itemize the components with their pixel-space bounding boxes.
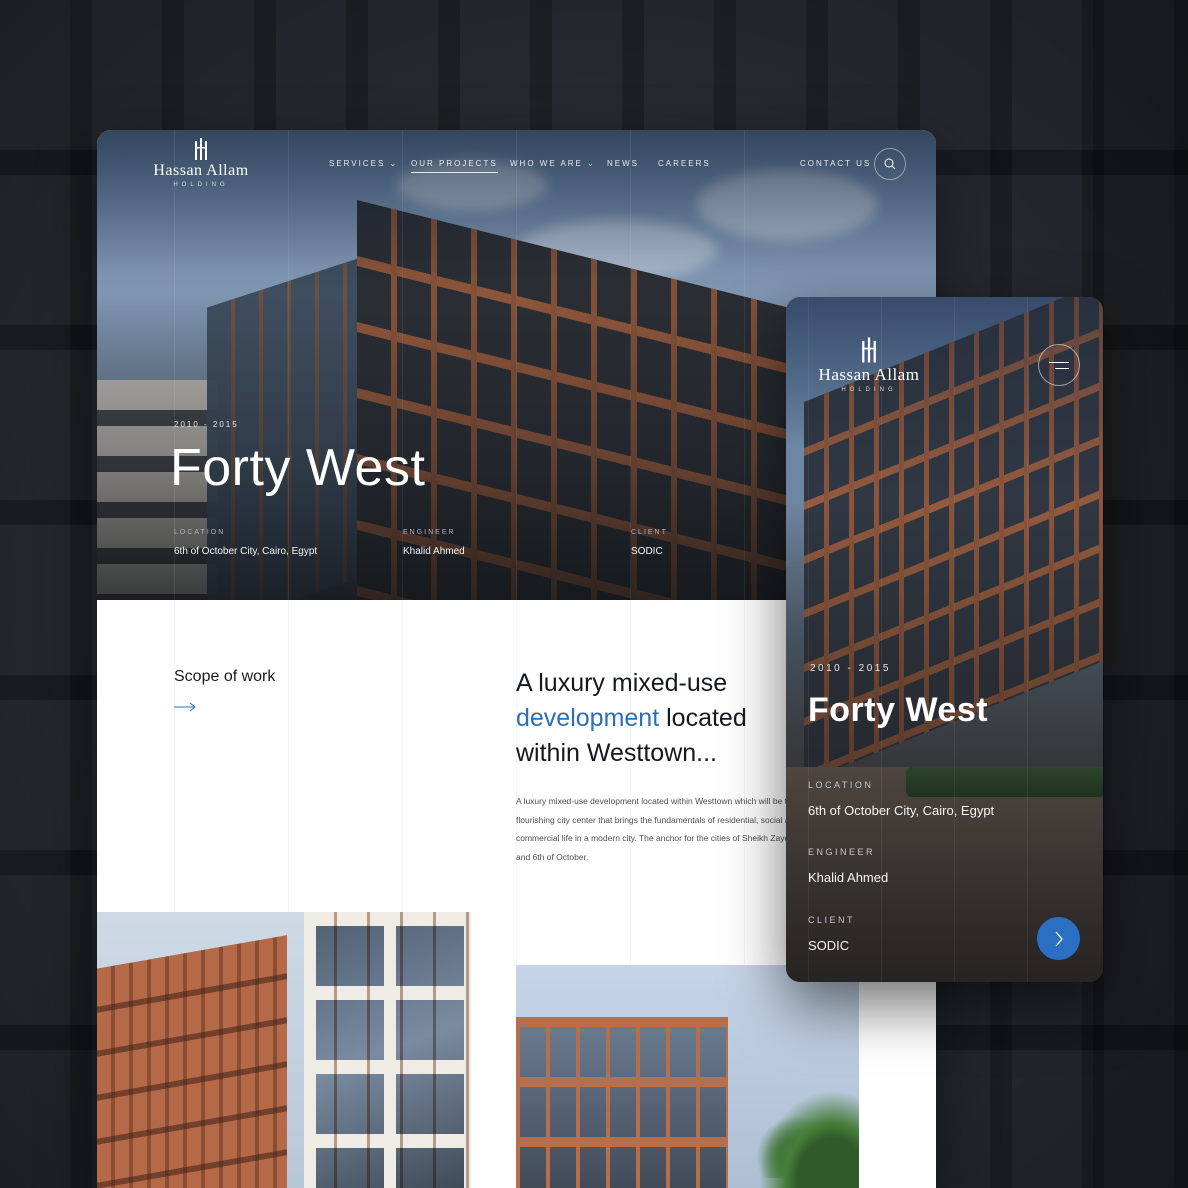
meta-value-engineer: Khalid Ahmed (403, 546, 465, 557)
meta-value-client: SODIC (631, 546, 663, 557)
mobile-brand-logo[interactable]: Hassan Allam HOLDING (804, 337, 934, 393)
project-description: A luxury mixed-use development located w… (516, 796, 800, 862)
mobile-project-title: Forty West (808, 691, 989, 729)
brand-sub: HOLDING (173, 182, 229, 188)
meta-label-client: CLIENT (631, 529, 668, 536)
chevron-down-icon: ⌄ (389, 159, 399, 168)
nav-services[interactable]: SERVICES ⌄ (329, 159, 398, 168)
search-button[interactable] (874, 148, 906, 180)
next-project-button[interactable] (1037, 917, 1080, 960)
mobile-brand-name: Hassan Allam (818, 365, 920, 384)
scope-of-work-link[interactable]: Scope of work (174, 668, 275, 686)
mobile-project-years: 2010 - 2015 (810, 663, 891, 674)
nav-services-label: SERVICES (329, 159, 386, 168)
gallery-photo-terracotta-facade (97, 912, 304, 1188)
nav-our-projects-label: OUR PROJECTS (411, 159, 498, 168)
mobile-page: Hassan Allam HOLDING 2010 - 2015 Forty W… (786, 297, 1103, 982)
meta-label-location: LOCATION (174, 529, 226, 536)
nav-who-we-are[interactable]: WHO WE ARE ⌄ (510, 159, 596, 168)
logo-mark-icon (862, 337, 876, 363)
nav-careers-label: CAREERS (658, 159, 711, 168)
project-title: Forty West (170, 439, 426, 497)
project-headline: A luxury mixed-use development located w… (516, 666, 806, 771)
logo-mark-icon (195, 138, 207, 160)
menu-button[interactable] (1038, 344, 1080, 386)
mobile-meta-label-client: CLIENT (808, 915, 856, 925)
nav-news[interactable]: NEWS (607, 159, 639, 168)
brand-logo[interactable]: Hassan Allam HOLDING (141, 138, 261, 188)
mobile-meta-value-location: 6th of October City, Cairo, Egypt (808, 803, 995, 818)
mobile-meta-value-client: SODIC (808, 938, 850, 953)
brand-name: Hassan Allam (153, 162, 249, 179)
chevron-right-icon (1055, 931, 1063, 946)
headline-part-1: A luxury mixed-use (516, 669, 728, 697)
nav-our-projects[interactable]: OUR PROJECTS (411, 159, 498, 173)
project-years: 2010 - 2015 (174, 420, 239, 429)
gallery-photo-window-grid (304, 912, 471, 1188)
arrow-right-icon[interactable] (174, 702, 196, 712)
nav-news-label: NEWS (607, 159, 639, 168)
headline-accent: development (516, 704, 660, 732)
nav-careers[interactable]: CAREERS (658, 159, 711, 168)
mobile-meta-label-location: LOCATION (808, 780, 874, 790)
search-icon (884, 158, 896, 170)
meta-label-engineer: ENGINEER (403, 529, 456, 536)
chevron-down-icon: ⌄ (587, 159, 596, 168)
hamburger-icon (1049, 361, 1069, 369)
nav-who-we-are-label: WHO WE ARE (510, 159, 583, 168)
meta-value-location: 6th of October City, Cairo, Egypt (174, 546, 318, 557)
gallery-photo-building-palm (516, 965, 859, 1188)
mobile-meta-label-engineer: ENGINEER (808, 847, 876, 857)
mobile-meta-value-engineer: Khalid Ahmed (808, 870, 889, 885)
nav-contact-us[interactable]: CONTACT US (800, 159, 871, 168)
mobile-brand-sub: HOLDING (841, 387, 897, 393)
top-navigation: Hassan Allam HOLDING SERVICES ⌄ OUR PROJ… (97, 130, 936, 200)
